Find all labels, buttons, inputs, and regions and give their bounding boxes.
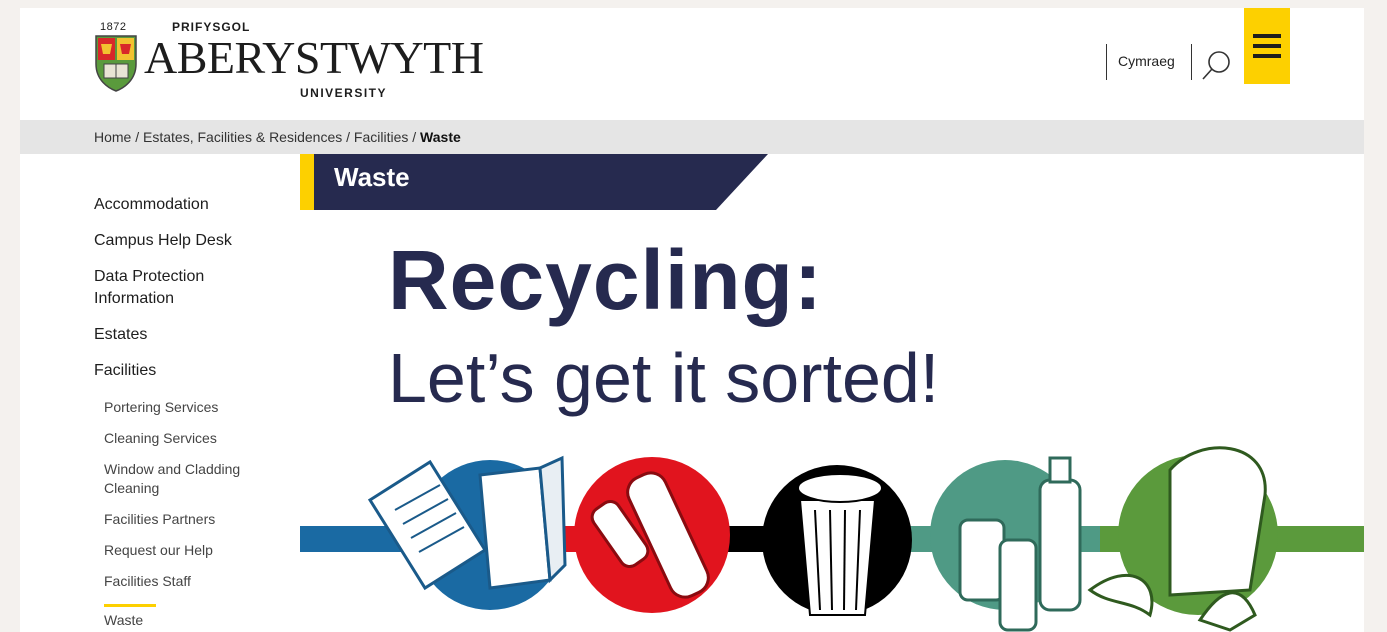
breadcrumb-current: Waste bbox=[420, 129, 461, 145]
page: 1872 PRIFYSGOL ABERYSTWYTH UNIVERSITY Cy… bbox=[20, 8, 1364, 632]
hamburger-menu-icon[interactable] bbox=[1244, 8, 1290, 84]
menu-bar bbox=[1253, 54, 1281, 58]
logo-aberystwyth: ABERYSTWYTH bbox=[144, 32, 484, 83]
divider bbox=[1106, 44, 1107, 80]
sidebar-subitem-cleaning[interactable]: Cleaning Services bbox=[104, 429, 294, 448]
breadcrumb: Home / Estates, Facilities & Residences … bbox=[20, 120, 1364, 154]
title-accent bbox=[300, 154, 314, 210]
paper-cardboard-icon bbox=[367, 455, 567, 610]
sidebar-item-estates[interactable]: Estates bbox=[94, 324, 294, 346]
sidebar-item-facilities[interactable]: Facilities bbox=[94, 360, 294, 382]
breadcrumb-estates[interactable]: Estates, Facilities & Residences bbox=[143, 129, 342, 145]
page-title: Waste bbox=[334, 162, 410, 192]
language-toggle-link[interactable]: Cymraeg bbox=[1118, 53, 1175, 69]
breadcrumb-separator: / bbox=[131, 129, 144, 145]
page-title-bar: Waste bbox=[300, 154, 770, 210]
sidebar-item-accommodation[interactable]: Accommodation bbox=[94, 194, 294, 216]
logo-year: 1872 bbox=[100, 21, 127, 33]
sidebar-subitem-partners[interactable]: Facilities Partners bbox=[104, 510, 294, 529]
hero-subheading: Let’s get it sorted! bbox=[388, 339, 940, 417]
sidebar-subitem-request-help[interactable]: Request our Help bbox=[104, 541, 294, 560]
sidebar-subitem-facilities-staff[interactable]: Facilities Staff bbox=[104, 572, 294, 591]
breadcrumb-separator: / bbox=[408, 129, 421, 145]
plastic-cans-icon bbox=[574, 457, 730, 613]
sidebar-item-campus-help-desk[interactable]: Campus Help Desk bbox=[94, 230, 294, 252]
menu-bar bbox=[1253, 34, 1281, 38]
recycling-hero: Recycling: Let’s get it sorted! bbox=[300, 210, 1364, 632]
food-waste-icon bbox=[1087, 446, 1278, 632]
sidebar-item-data-protection[interactable]: Data Protection Information bbox=[94, 266, 244, 310]
general-waste-bin-icon bbox=[762, 465, 912, 616]
divider bbox=[1191, 44, 1192, 80]
breadcrumb-home[interactable]: Home bbox=[94, 129, 131, 145]
sidebar-subitem-window-cleaning[interactable]: Window and Cladding Cleaning bbox=[104, 460, 264, 498]
hero-heading: Recycling: bbox=[388, 233, 823, 327]
university-crest-icon bbox=[95, 35, 137, 92]
sidebar-subitem-portering[interactable]: Portering Services bbox=[104, 398, 294, 417]
menu-bar bbox=[1253, 44, 1281, 48]
site-header: 1872 PRIFYSGOL ABERYSTWYTH UNIVERSITY Cy… bbox=[20, 8, 1364, 120]
search-icon[interactable] bbox=[1200, 48, 1234, 82]
logo-university: UNIVERSITY bbox=[300, 86, 388, 100]
glass-bottles-icon bbox=[930, 456, 1082, 632]
sidebar-nav: Accommodation Campus Help Desk Data Prot… bbox=[94, 194, 294, 632]
university-logo[interactable]: 1872 PRIFYSGOL ABERYSTWYTH UNIVERSITY bbox=[92, 20, 484, 100]
breadcrumb-facilities[interactable]: Facilities bbox=[354, 129, 408, 145]
breadcrumb-separator: / bbox=[342, 129, 354, 145]
sidebar-subitem-waste[interactable]: Waste bbox=[104, 604, 294, 630]
recycling-streams-graphic bbox=[300, 446, 1364, 632]
